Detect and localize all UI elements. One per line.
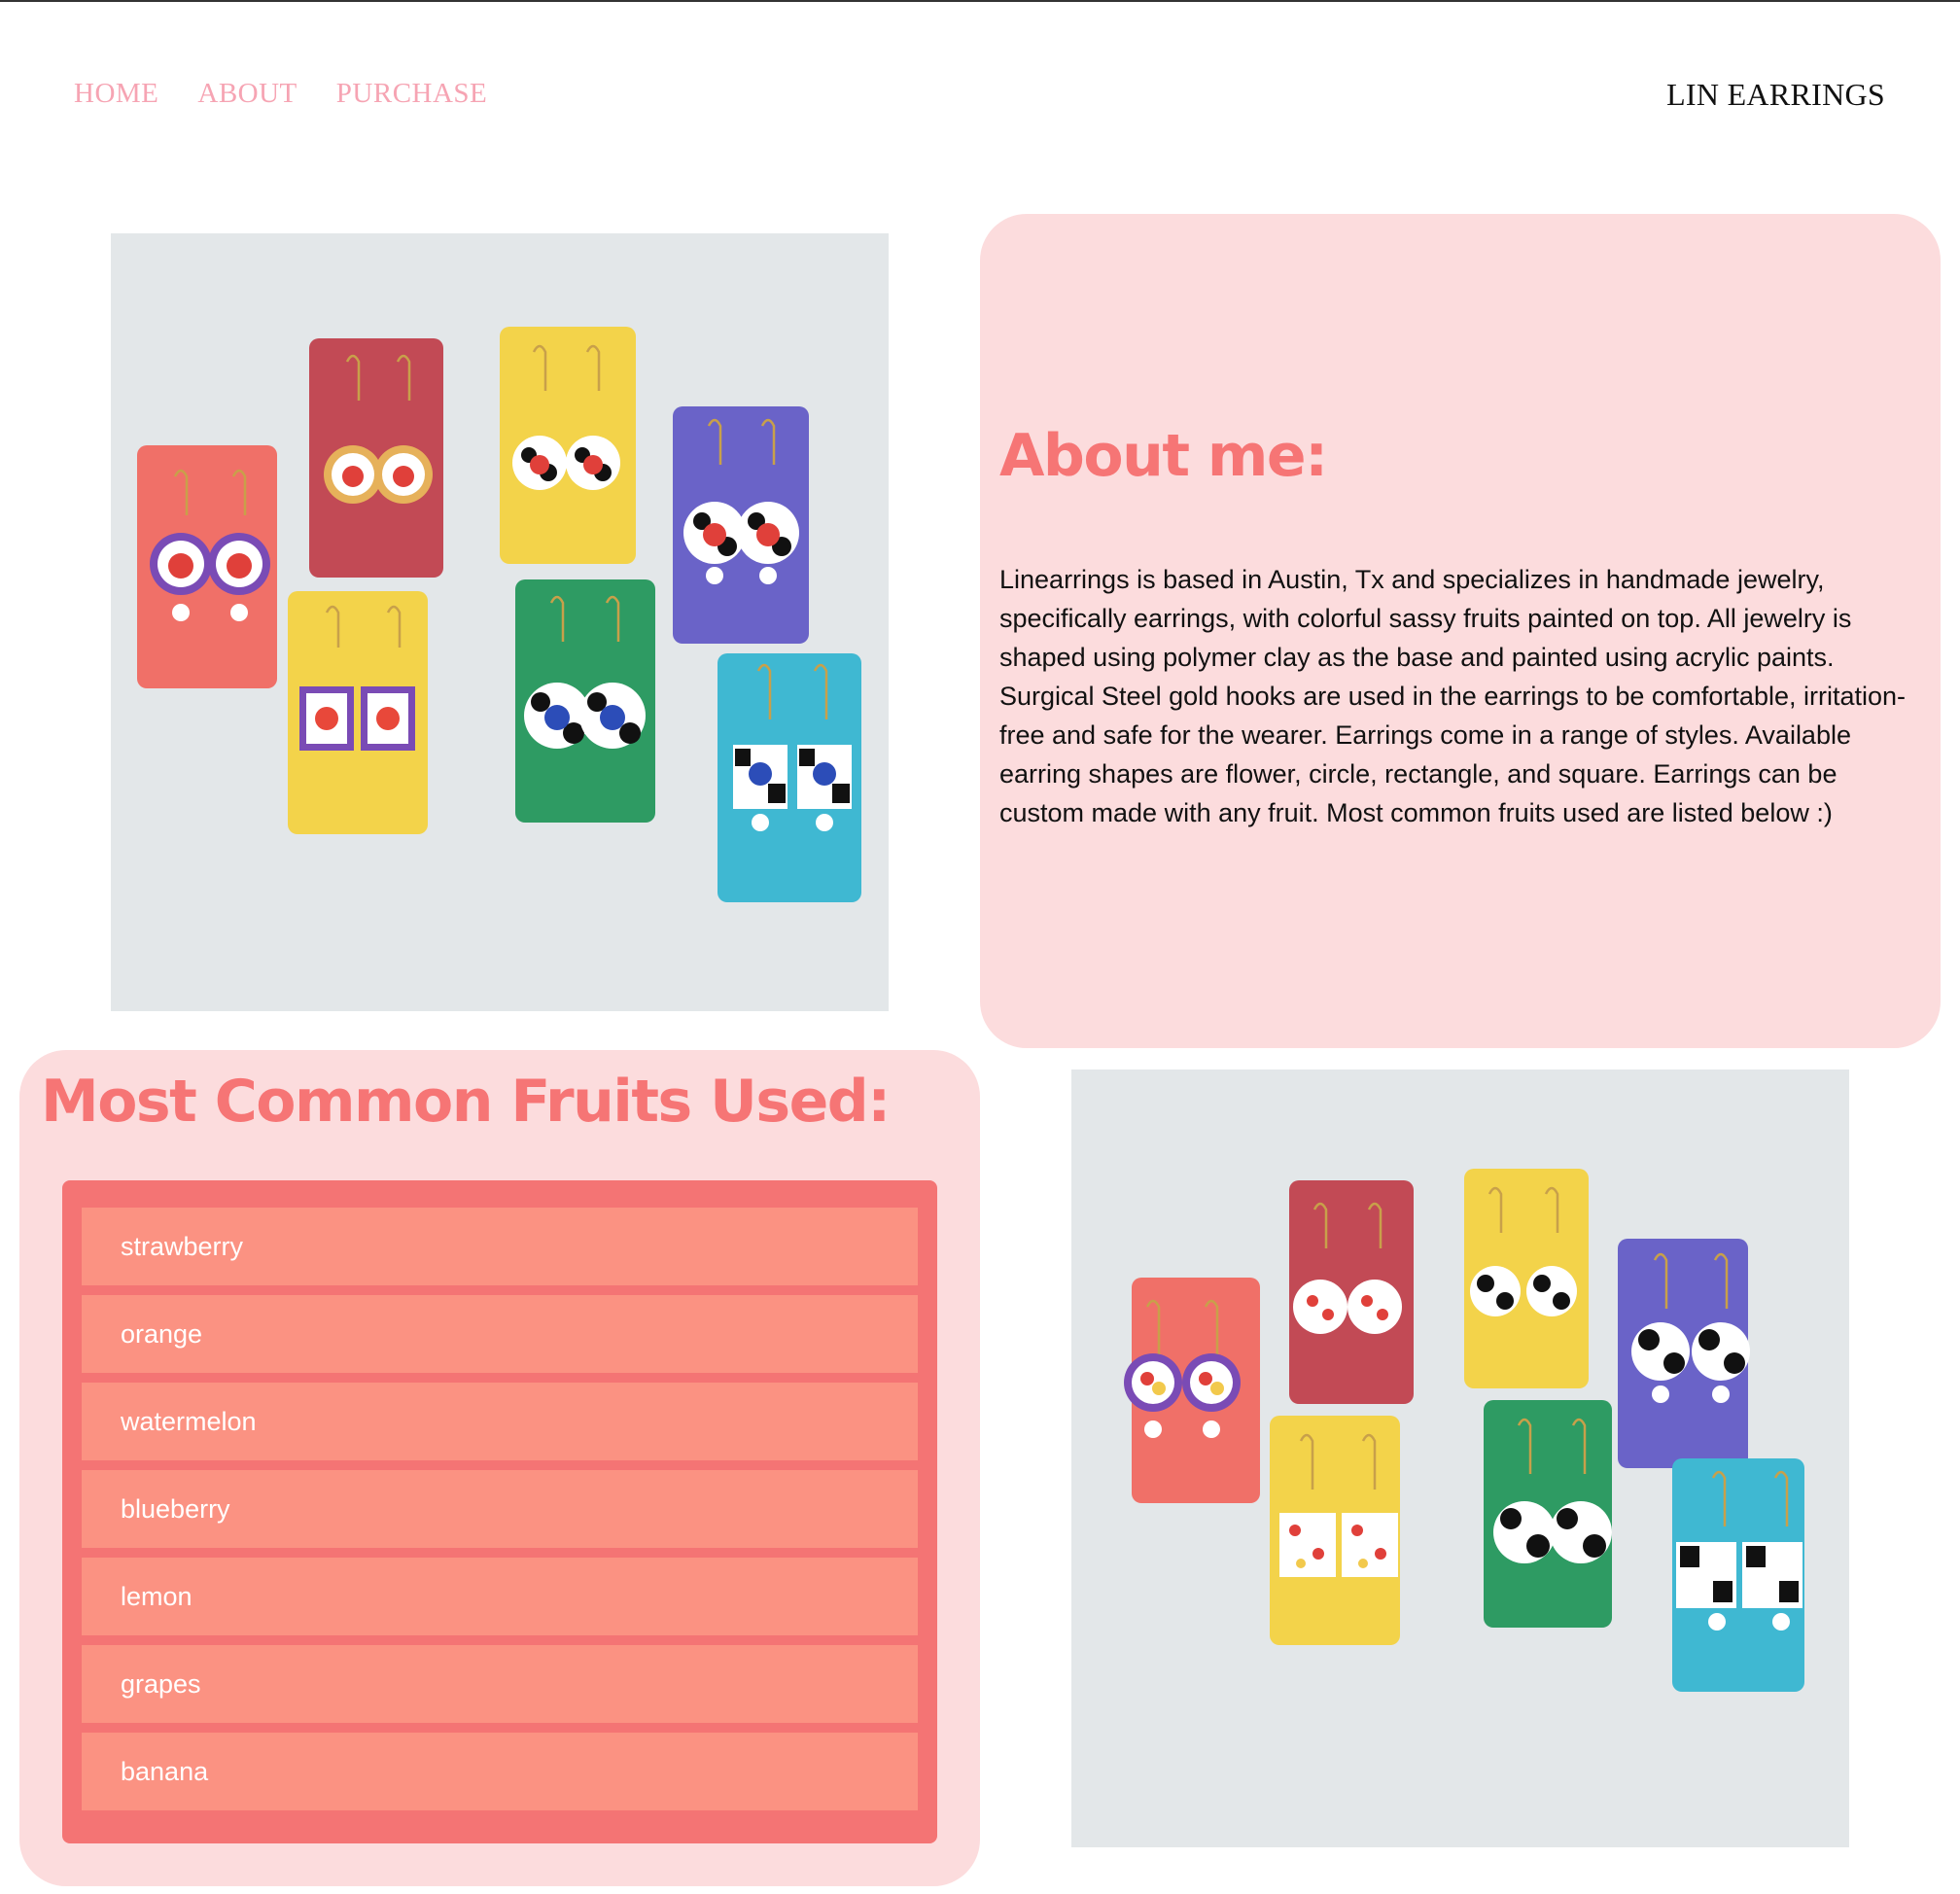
fruit-item-lemon: lemon <box>82 1558 918 1635</box>
fruit-item-blueberry: blueberry <box>82 1470 918 1548</box>
fruits-panel: Most Common Fruits Used: strawberry oran… <box>19 1050 980 1886</box>
about-title: About me: <box>999 422 1328 490</box>
about-description: Linearrings is based in Austin, Tx and s… <box>999 565 1907 827</box>
fruit-item-strawberry: strawberry <box>82 1208 918 1285</box>
fruit-item-banana: banana <box>82 1733 918 1810</box>
about-panel: About me: Linearrings is based in Austin… <box>980 214 1941 1048</box>
nav-home-link[interactable]: HOME <box>74 78 158 110</box>
fruit-item-watermelon: watermelon <box>82 1383 918 1460</box>
fruit-list: strawberry orange watermelon blueberry l… <box>62 1180 937 1843</box>
fruit-item-orange: orange <box>82 1295 918 1373</box>
nav-purchase-link[interactable]: PURCHASE <box>336 78 488 110</box>
earrings-photo-1 <box>111 233 889 1011</box>
main-nav: HOME ABOUT PURCHASE <box>74 78 487 110</box>
earrings-photo-2 <box>1071 1070 1849 1847</box>
brand-title: LIN EARRINGS <box>1666 77 1885 112</box>
nav-about-link[interactable]: ABOUT <box>197 78 297 110</box>
fruits-title: Most Common Fruits Used: <box>41 1068 891 1136</box>
fruit-item-grapes: grapes <box>82 1645 918 1723</box>
top-border <box>0 0 1960 2</box>
